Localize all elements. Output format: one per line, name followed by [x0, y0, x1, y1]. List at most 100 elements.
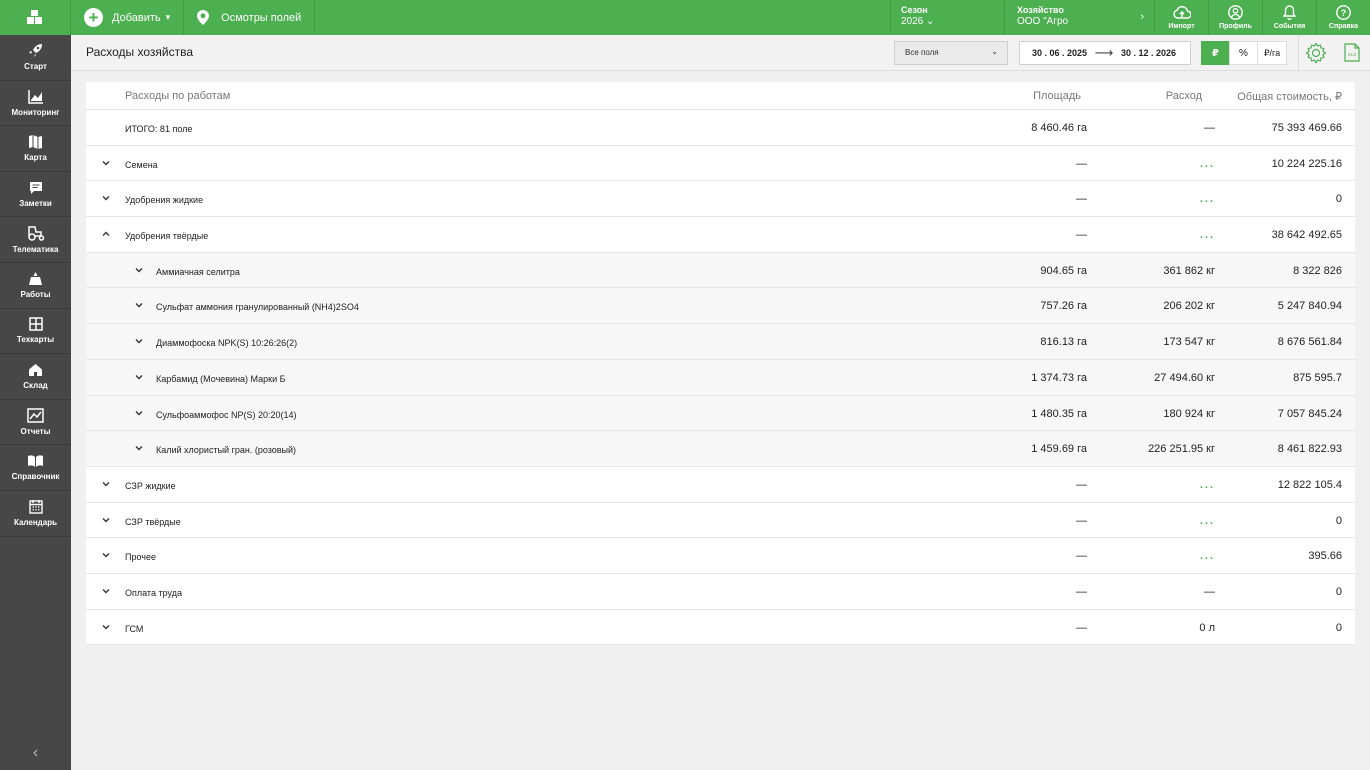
- cloud-upload-icon: [1172, 5, 1191, 19]
- row-cost: 0: [1335, 193, 1342, 206]
- row-area: 757.26 га: [1040, 300, 1087, 313]
- field-inspections-button[interactable]: Осмотры полей: [184, 0, 316, 35]
- table-row[interactable]: Удобрения твёрдые —... 38 642 492.65: [86, 217, 1355, 253]
- total-row: ИТОГО: 81 поле 8 460.46 га — 75 393 469.…: [86, 110, 1355, 146]
- table-subrow[interactable]: Сульфоаммофос NP(S) 20:20(14) 1 480.35 га…: [86, 395, 1355, 432]
- chevron-down-icon[interactable]: [133, 264, 145, 276]
- settings-button[interactable]: [1305, 42, 1327, 69]
- table-row[interactable]: Удобрения жидкие —... 0: [86, 181, 1355, 218]
- sidebar-item-notes[interactable]: Заметки: [0, 172, 71, 218]
- row-usage: ...: [1199, 478, 1215, 491]
- chevron-down-icon[interactable]: [133, 335, 145, 347]
- sidebar-item-telematics[interactable]: Телематика: [0, 217, 71, 263]
- add-button[interactable]: + Добавить ▾: [71, 0, 185, 35]
- rocket-icon: [29, 44, 42, 58]
- table-row[interactable]: Оплата труда — — 0: [86, 574, 1355, 610]
- sidebar-collapse-button[interactable]: ‹: [0, 744, 71, 762]
- works-icon: [29, 272, 42, 286]
- column-header-name[interactable]: Расходы по работам: [125, 90, 230, 102]
- table-row[interactable]: Семена —... 10 224 225.16: [86, 146, 1355, 182]
- chevron-down-icon[interactable]: [100, 478, 112, 490]
- table-subrow[interactable]: Аммиачная селитра 904.65 га 361 862 кг 8 32…: [86, 252, 1355, 289]
- season-selector[interactable]: Сезон 2026 ⌄: [890, 0, 1004, 35]
- row-cost: 5 247 840.94: [1277, 300, 1342, 313]
- table-body: Семена —... 10 224 225.16 Удобрения жидкие —…: [86, 146, 1355, 646]
- row-area: —: [1076, 621, 1087, 634]
- help-button[interactable]: ? Справка: [1316, 0, 1370, 35]
- import-button[interactable]: Импорт: [1154, 0, 1208, 35]
- chevron-up-icon[interactable]: [100, 228, 112, 240]
- xls-file-icon: XLS: [1344, 43, 1360, 62]
- column-header-usage[interactable]: Расход: [1166, 90, 1202, 102]
- row-name: Диаммофоска NPK(S) 10:26:26(2): [156, 338, 298, 349]
- date-to-input[interactable]: 30 . 12 . 2026: [1121, 48, 1176, 58]
- grid-icon: [28, 317, 43, 332]
- chevron-down-icon[interactable]: [100, 621, 112, 633]
- sidebar-item-reference[interactable]: Справочник: [0, 445, 71, 491]
- row-cost: 0: [1335, 514, 1342, 527]
- sidebar-item-label: Календарь: [13, 518, 58, 528]
- sidebar-item-start[interactable]: Старт: [0, 35, 71, 81]
- table-header-row: Расходы по работам Площадь Расход Общая …: [86, 82, 1355, 110]
- export-xls-button[interactable]: XLS: [1344, 43, 1360, 67]
- events-button[interactable]: События: [1262, 0, 1316, 35]
- sidebar-item-calendar[interactable]: Календарь: [0, 491, 71, 537]
- add-button-label: Добавить: [112, 11, 161, 24]
- season-label: Сезон: [901, 5, 928, 15]
- chevron-down-icon[interactable]: [100, 157, 112, 169]
- row-name: Калий хлористый гран. (розовый): [156, 445, 297, 456]
- table-row[interactable]: СЗР твёрдые —... 0: [86, 503, 1355, 539]
- sidebar-item-label: Мониторинг: [11, 107, 60, 117]
- chevron-down-icon[interactable]: [133, 442, 145, 454]
- column-header-cost[interactable]: Общая стоимость, ₽: [1237, 90, 1342, 103]
- unit-rub-per-ha-button[interactable]: ₽/га: [1257, 41, 1287, 65]
- unit-percent-button[interactable]: %: [1229, 41, 1258, 65]
- sidebar-item-reports[interactable]: Отчеты: [0, 400, 71, 446]
- row-usage: ...: [1199, 193, 1215, 206]
- unit-rub-button[interactable]: ₽: [1201, 41, 1230, 65]
- row-name: Карбамид (Мочевина) Марки Б: [156, 373, 286, 384]
- chevron-down-icon[interactable]: [133, 407, 145, 419]
- table-row[interactable]: ГСМ — 0 л 0: [86, 610, 1355, 646]
- fields-select[interactable]: Все поля ⌄: [894, 41, 1008, 65]
- sidebar-item-map[interactable]: Карта: [0, 126, 71, 172]
- date-range-picker[interactable]: 30 . 06 . 2025 ⟶ 30 . 12 . 2026: [1019, 41, 1191, 65]
- svg-text:XLS: XLS: [1348, 52, 1357, 57]
- sidebar-item-monitoring[interactable]: Мониторинг: [0, 81, 71, 127]
- table-subrow[interactable]: Карбамид (Мочевина) Марки Б 1 374.73 га 27…: [86, 359, 1355, 396]
- row-area: —: [1076, 550, 1087, 563]
- row-usage: —: [1204, 585, 1215, 598]
- table-subrow[interactable]: Сульфат аммония гранулированный (NH4)2SO…: [86, 288, 1355, 325]
- column-header-area[interactable]: Площадь: [1033, 90, 1081, 102]
- sidebar-item-label: Телематика: [12, 245, 59, 255]
- table-row[interactable]: СЗР жидкие —... 12 822 105.4: [86, 467, 1355, 503]
- chevron-down-icon[interactable]: [100, 514, 112, 526]
- gear-icon: [1305, 42, 1327, 64]
- note-icon: [29, 181, 42, 194]
- chevron-down-icon[interactable]: [133, 299, 145, 311]
- chevron-down-icon[interactable]: [133, 371, 145, 383]
- sidebar-item-techcards[interactable]: Техкарты: [0, 309, 71, 355]
- chevron-down-icon[interactable]: [100, 585, 112, 597]
- sidebar-item-warehouse[interactable]: Склад: [0, 354, 71, 400]
- table-row[interactable]: Прочее —... 395.66: [86, 538, 1355, 574]
- chevron-down-icon[interactable]: [100, 192, 112, 204]
- header-divider: [1298, 35, 1299, 71]
- row-usage: 206 202 кг: [1163, 300, 1215, 313]
- import-label: Импорт: [1168, 22, 1195, 30]
- chevron-down-icon[interactable]: [100, 549, 112, 561]
- row-usage: 361 862 кг: [1163, 264, 1215, 277]
- sidebar-item-works[interactable]: Работы: [0, 263, 71, 309]
- farm-selector[interactable]: Хозяйство ООО "Агро ›: [1004, 0, 1154, 35]
- date-from-input[interactable]: 30 . 06 . 2025: [1032, 48, 1087, 58]
- row-area: —: [1076, 229, 1087, 242]
- total-cost: 75 393 469.66: [1271, 122, 1342, 134]
- profile-button[interactable]: Профиль: [1208, 0, 1262, 35]
- chevron-down-icon: ⌄: [991, 47, 998, 56]
- app-logo-icon[interactable]: [0, 0, 71, 35]
- row-name: СЗР твёрдые: [125, 516, 181, 527]
- table-subrow[interactable]: Калий хлористый гран. (розовый) 1 459.69 …: [86, 431, 1355, 467]
- table-subrow[interactable]: Диаммофоска NPK(S) 10:26:26(2) 816.13 га 1…: [86, 324, 1355, 360]
- tractor-icon: [27, 226, 44, 241]
- profile-label: Профиль: [1219, 23, 1252, 30]
